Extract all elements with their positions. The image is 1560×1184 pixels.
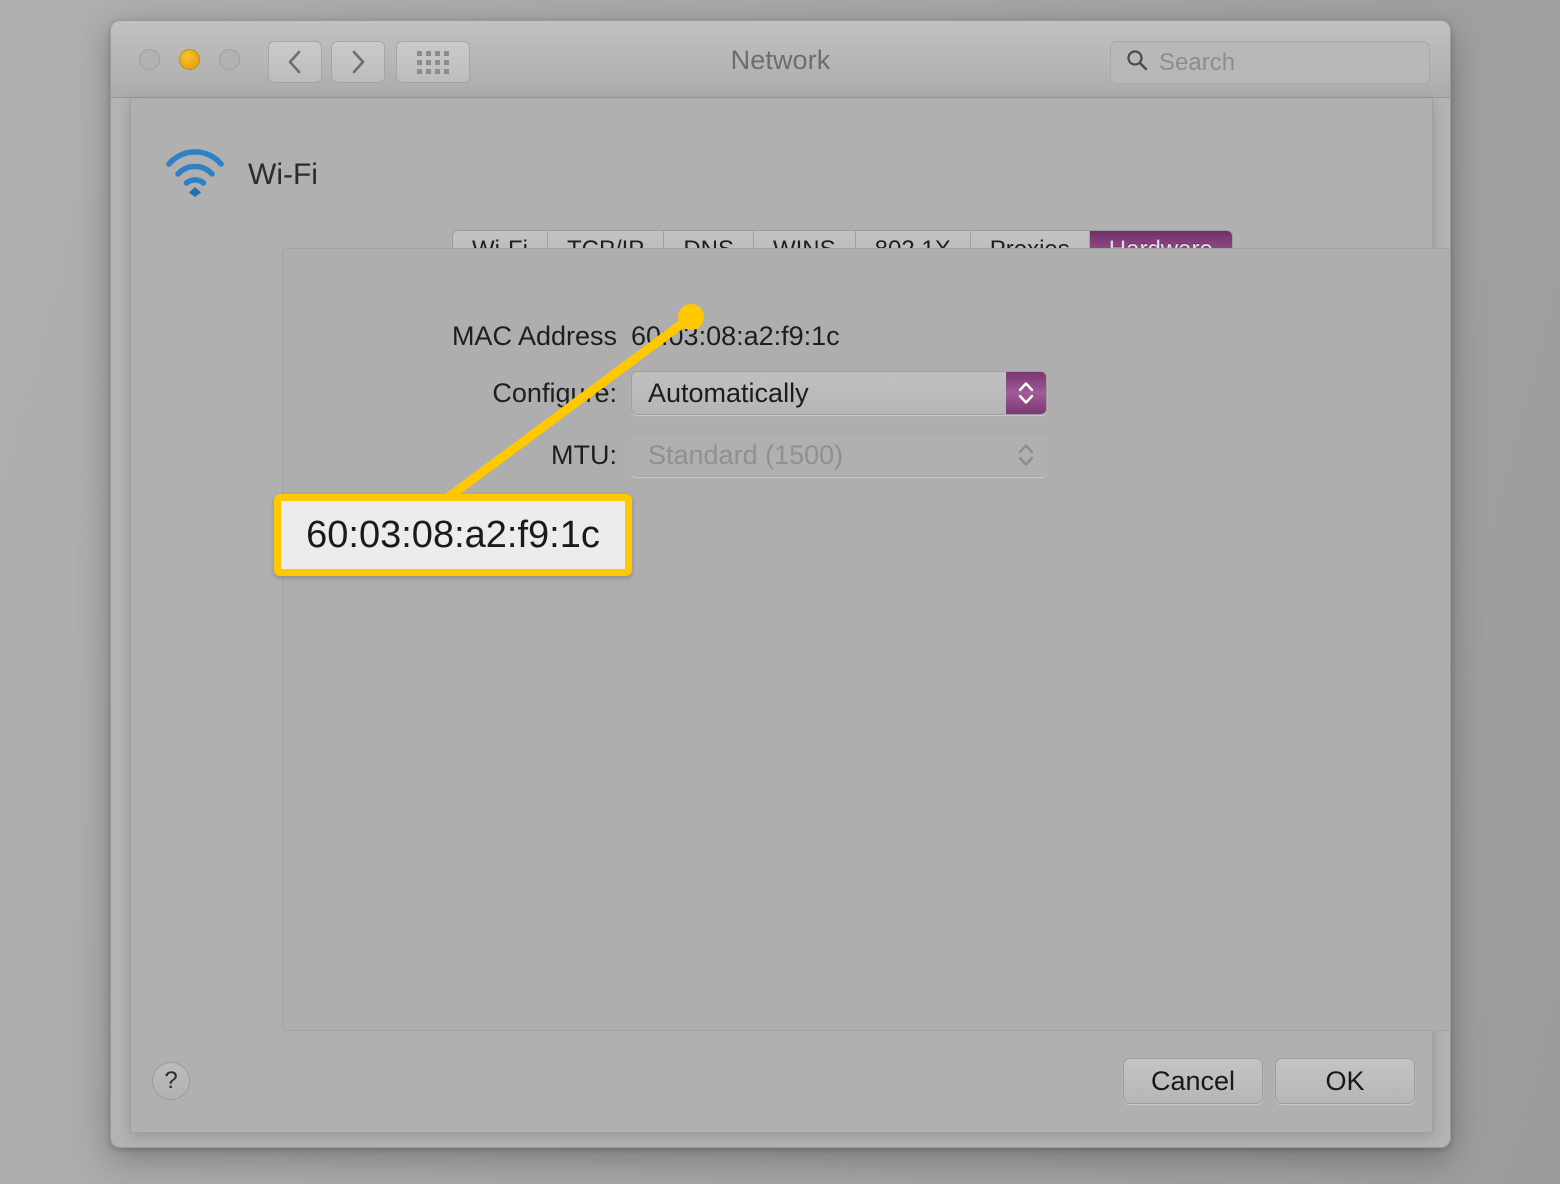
mtu-row: MTU: Standard (1500) (301, 433, 1047, 477)
configure-stepper-arrows[interactable] (1006, 372, 1046, 414)
wifi-icon (164, 147, 226, 202)
search-icon (1125, 48, 1149, 77)
mtu-label: MTU: (551, 439, 617, 470)
ok-button[interactable]: OK (1275, 1058, 1415, 1104)
configure-value: Automatically (648, 377, 809, 408)
network-settings-sheet: Wi-Fi Wi-Fi TCP/IP DNS WINS 802.1X Proxi… (130, 99, 1450, 1133)
search-input[interactable]: Search (1110, 41, 1430, 84)
help-question-icon: ? (164, 1067, 178, 1094)
window-titlebar: Network Search (111, 21, 1450, 98)
cancel-button[interactable]: Cancel (1123, 1058, 1263, 1104)
mac-address-label: MAC Address (451, 321, 617, 351)
help-button[interactable]: ? (152, 1062, 190, 1100)
configure-popup-button[interactable]: Automatically (631, 371, 1047, 415)
configure-row: Configure: Automatically (301, 371, 1047, 415)
hardware-panel (282, 248, 1450, 1031)
mtu-popup-button: Standard (1500) (631, 433, 1047, 477)
mtu-stepper-arrows (1006, 434, 1046, 476)
mtu-value: Standard (1500) (648, 439, 844, 470)
network-preferences-window: Network Search Wi-Fi MAC Address 60:03:0… (110, 20, 1451, 1148)
search-placeholder: Search (1159, 48, 1236, 76)
service-name: Wi-Fi (248, 157, 318, 191)
mac-address-row: MAC Address 60:03:08:a2:f9:1c (301, 321, 840, 352)
dialog-buttons: Cancel OK (1123, 1058, 1415, 1104)
service-header: Wi-Fi (164, 147, 318, 202)
configure-label: Configure: (492, 377, 617, 408)
chevron-updown-icon (1018, 444, 1034, 466)
chevron-updown-icon (1018, 382, 1034, 404)
mac-address-value: 60:03:08:a2:f9:1c (631, 321, 840, 351)
